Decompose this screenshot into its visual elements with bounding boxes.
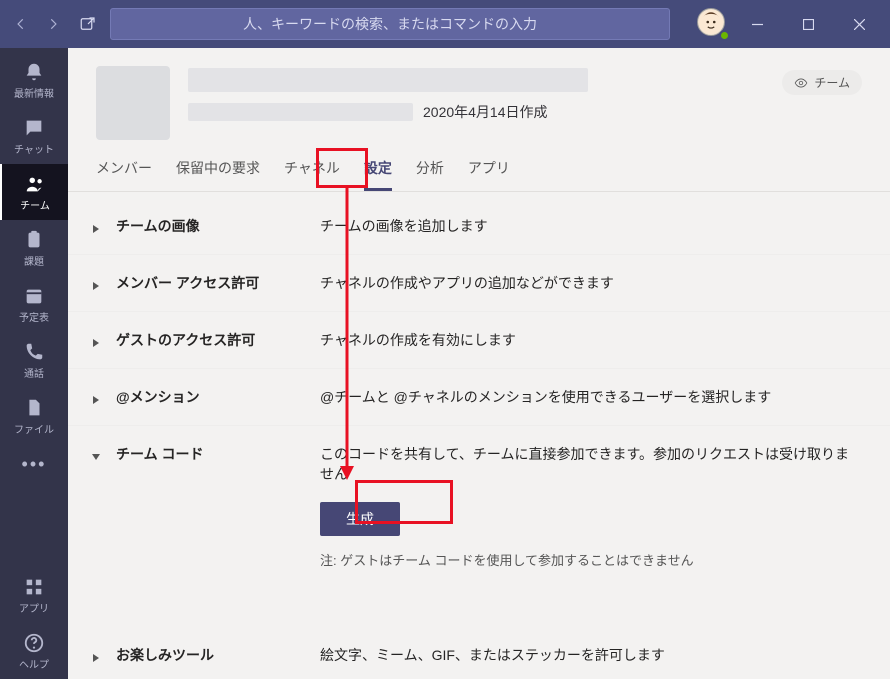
- settings-row-label: チーム コード: [110, 444, 320, 464]
- chevron-right-icon: [92, 649, 100, 657]
- settings-row-desc: チャネルの作成やアプリの追加などができます: [320, 275, 614, 291]
- tab-analytics[interactable]: 分析: [416, 158, 444, 191]
- settings-row-desc: このコードを共有して、チームに直接参加できます。参加のリクエストは受け取りません: [320, 446, 849, 482]
- settings-row-member-permissions[interactable]: メンバー アクセス許可 チャネルの作成やアプリの追加などができます: [68, 255, 890, 312]
- rail-more-button[interactable]: •••: [0, 444, 68, 484]
- team-header: 2020年4月14日作成 • • • チーム: [68, 48, 890, 140]
- tab-pending[interactable]: 保留中の要求: [176, 158, 260, 191]
- rail-label: チーム: [20, 197, 50, 212]
- team-tabs: メンバー 保留中の要求 チャネル 設定 分析 アプリ: [68, 140, 890, 192]
- settings-row-desc: チームの画像を追加します: [320, 218, 488, 234]
- settings-row-guest-permissions[interactable]: ゲストのアクセス許可 チャネルの作成を有効にします: [68, 312, 890, 369]
- generate-code-button[interactable]: 生成: [320, 502, 400, 536]
- compose-button[interactable]: [72, 8, 104, 40]
- app-rail: 最新情報 チャット チーム 課題 予定表 通話 ファイル ••• アプリ ヘルプ: [0, 48, 68, 679]
- rail-label: 予定表: [19, 309, 49, 324]
- rail-item-activity[interactable]: 最新情報: [0, 52, 68, 108]
- tab-channels[interactable]: チャネル: [284, 158, 340, 191]
- window-close-button[interactable]: [837, 8, 882, 40]
- search-box[interactable]: 人、キーワードの検索、またはコマンドの入力: [110, 8, 670, 40]
- rail-label: 通話: [24, 365, 44, 380]
- rail-item-files[interactable]: ファイル: [0, 388, 68, 444]
- team-visibility-pill[interactable]: チーム: [782, 70, 862, 95]
- rail-item-help[interactable]: ヘルプ: [0, 623, 68, 679]
- settings-row-desc: @チームと @チャネルのメンションを使用できるユーザーを選択します: [320, 389, 771, 405]
- team-created-date: 2020年4月14日作成: [423, 102, 548, 122]
- tab-members[interactable]: メンバー: [96, 158, 152, 191]
- rail-label: ファイル: [14, 421, 54, 436]
- chevron-right-icon: [92, 334, 100, 342]
- settings-row-label: お楽しみツール: [110, 645, 320, 665]
- main-region: 2020年4月14日作成 • • • チーム メンバー 保留中の要求 チャネル …: [68, 48, 890, 679]
- rail-item-assignments[interactable]: 課題: [0, 220, 68, 276]
- rail-label: アプリ: [19, 600, 49, 615]
- settings-row-fun-stuff[interactable]: お楽しみツール 絵文字、ミーム、GIF、またはステッカーを許可します: [68, 627, 890, 679]
- chevron-down-icon: [92, 448, 100, 456]
- team-pill-label: チーム: [814, 74, 850, 91]
- team-name-redacted: [188, 68, 588, 92]
- titlebar: 人、キーワードの検索、またはコマンドの入力: [0, 0, 890, 48]
- profile-avatar[interactable]: [697, 8, 729, 40]
- settings-row-desc: チャネルの作成を有効にします: [320, 332, 516, 348]
- settings-row-label: @メンション: [110, 387, 320, 407]
- team-code-note: 注: ゲストはチーム コードを使用して参加することはできません: [320, 550, 862, 569]
- settings-row-team-code[interactable]: チーム コード このコードを共有して、チームに直接参加できます。参加のリクエスト…: [68, 426, 890, 587]
- chevron-right-icon: [92, 277, 100, 285]
- rail-label: 最新情報: [14, 85, 54, 100]
- tab-apps[interactable]: アプリ: [468, 158, 510, 191]
- rail-item-apps[interactable]: アプリ: [0, 567, 68, 623]
- settings-row-team-picture[interactable]: チームの画像 チームの画像を追加します: [68, 198, 890, 255]
- settings-list: チームの画像 チームの画像を追加します メンバー アクセス許可 チャネルの作成や…: [68, 192, 890, 679]
- rail-item-calls[interactable]: 通話: [0, 332, 68, 388]
- rail-label: ヘルプ: [19, 656, 49, 671]
- eye-icon: [794, 76, 808, 90]
- rail-item-chat[interactable]: チャット: [0, 108, 68, 164]
- nav-forward-button[interactable]: [40, 11, 66, 37]
- rail-label: 課題: [24, 253, 44, 268]
- rail-item-teams[interactable]: チーム: [0, 164, 68, 220]
- rail-label: チャット: [14, 141, 54, 156]
- rail-item-calendar[interactable]: 予定表: [0, 276, 68, 332]
- search-placeholder: 人、キーワードの検索、またはコマンドの入力: [243, 14, 537, 34]
- team-avatar-tile[interactable]: [96, 66, 170, 140]
- window-minimize-button[interactable]: [735, 8, 780, 40]
- chevron-right-icon: [92, 391, 100, 399]
- chevron-right-icon: [92, 220, 100, 228]
- settings-row-desc: 絵文字、ミーム、GIF、またはステッカーを許可します: [320, 647, 665, 663]
- tab-settings[interactable]: 設定: [364, 158, 392, 191]
- settings-row-label: チームの画像: [110, 216, 320, 236]
- team-subtitle-redacted: [188, 103, 413, 121]
- settings-row-label: ゲストのアクセス許可: [110, 330, 320, 350]
- presence-indicator: [719, 30, 730, 41]
- window-maximize-button[interactable]: [786, 8, 831, 40]
- nav-back-button[interactable]: [8, 11, 34, 37]
- settings-row-label: メンバー アクセス許可: [110, 273, 320, 293]
- settings-row-mentions[interactable]: @メンション @チームと @チャネルのメンションを使用できるユーザーを選択します: [68, 369, 890, 426]
